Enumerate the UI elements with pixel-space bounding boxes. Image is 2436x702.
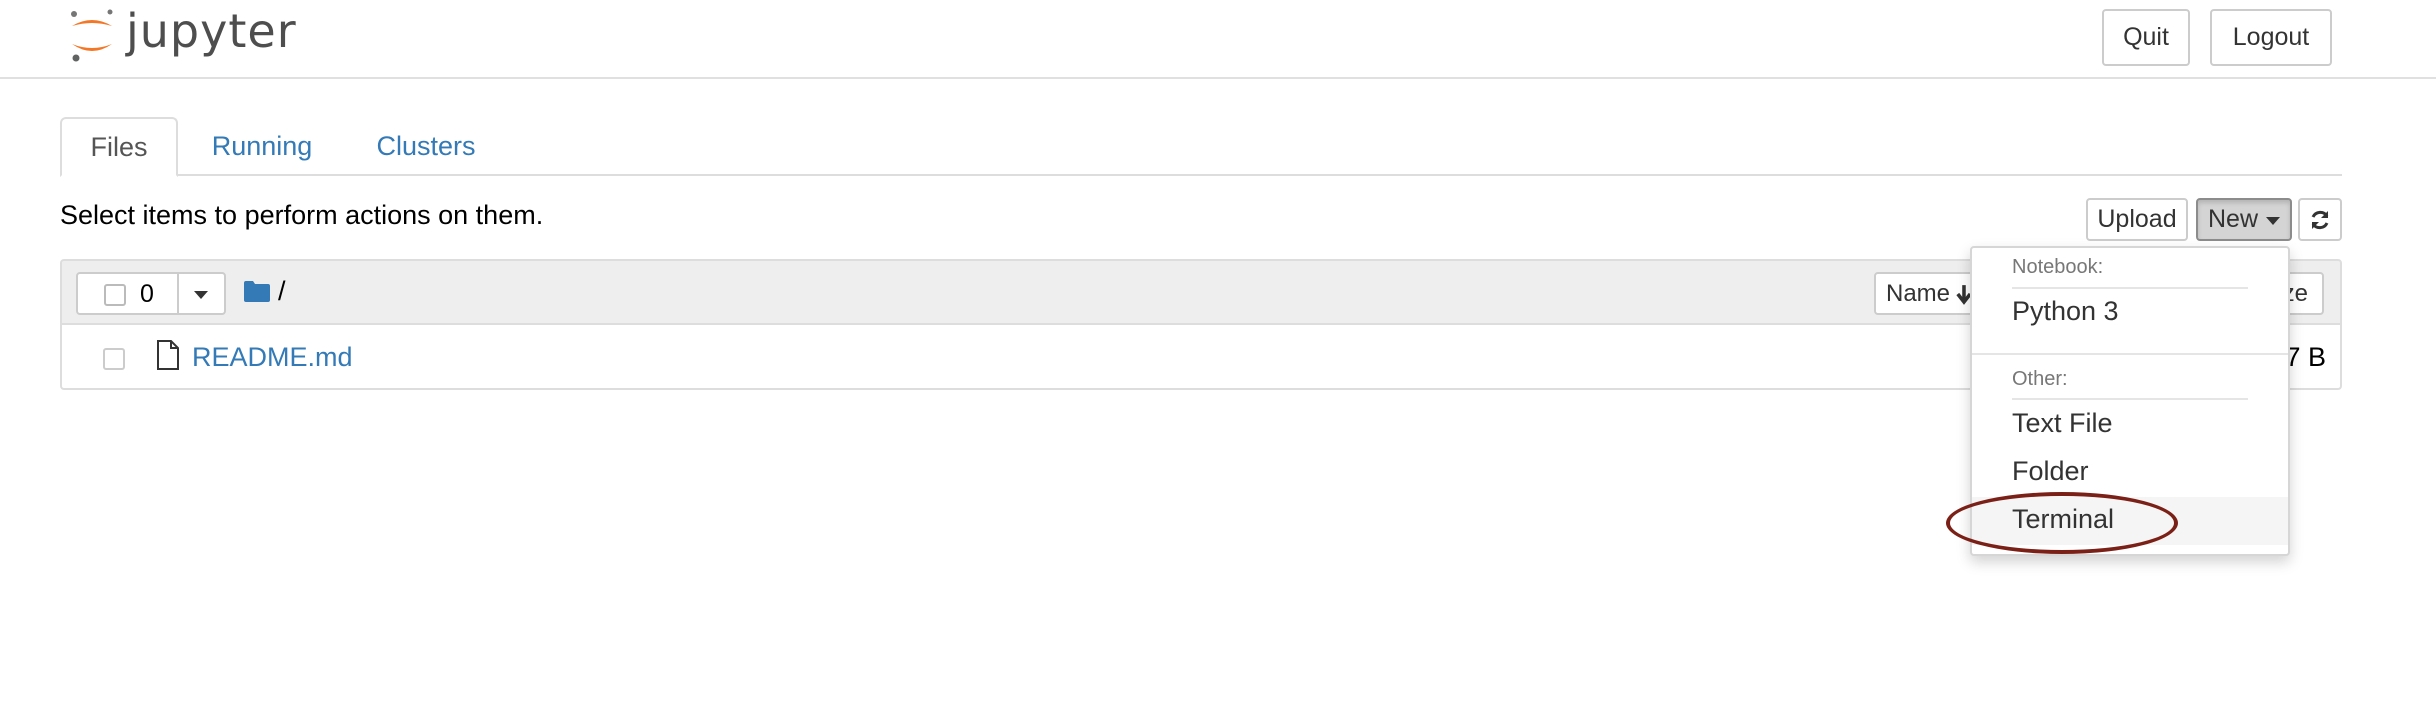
tab-running[interactable]: Running	[200, 117, 324, 176]
notebook-header-rule	[2012, 287, 2248, 289]
sort-by-name-button[interactable]: Name	[1874, 272, 1974, 315]
sort-name-label: Name	[1886, 279, 1951, 307]
upload-button[interactable]: Upload	[2086, 198, 2188, 241]
tab-files[interactable]: Files	[60, 117, 178, 177]
selected-count: 0	[140, 280, 154, 308]
instructions-text: Select items to perform actions on them.	[60, 200, 544, 230]
caret-down-icon	[2266, 217, 2280, 225]
new-button-label: New	[2207, 205, 2258, 233]
menu-item-terminal[interactable]: Terminal	[2012, 504, 2114, 535]
menu-item-python3[interactable]: Python 3	[2012, 296, 2119, 327]
quit-button[interactable]: Quit	[2102, 9, 2190, 66]
new-button[interactable]: New	[2196, 198, 2292, 241]
select-all-group[interactable]: 0	[76, 272, 226, 315]
select-divider	[177, 274, 179, 313]
refresh-button[interactable]	[2298, 198, 2342, 241]
refresh-icon	[2311, 210, 2329, 229]
select-menu-caret-icon[interactable]	[194, 291, 208, 299]
select-all-checkbox[interactable]	[104, 284, 126, 306]
file-link[interactable]: README.md	[192, 342, 353, 373]
notebook-section-header: Notebook:	[2012, 256, 2104, 278]
other-header-rule	[2012, 398, 2248, 400]
tab-clusters[interactable]: Clusters	[360, 117, 492, 176]
logo-text[interactable]: jupyter	[126, 4, 297, 58]
menu-item-folder[interactable]: Folder	[2012, 456, 2089, 487]
file-icon	[157, 340, 179, 370]
menu-item-text-file[interactable]: Text File	[2012, 408, 2113, 439]
breadcrumb-root[interactable]: /	[278, 276, 286, 307]
folder-icon[interactable]	[244, 280, 270, 302]
file-row-checkbox[interactable]	[103, 348, 125, 370]
logout-button[interactable]: Logout	[2210, 9, 2332, 66]
menu-divider	[1972, 353, 2288, 355]
other-section-header: Other:	[2012, 368, 2068, 390]
top-header: jupyter Quit Logout	[0, 0, 2436, 79]
